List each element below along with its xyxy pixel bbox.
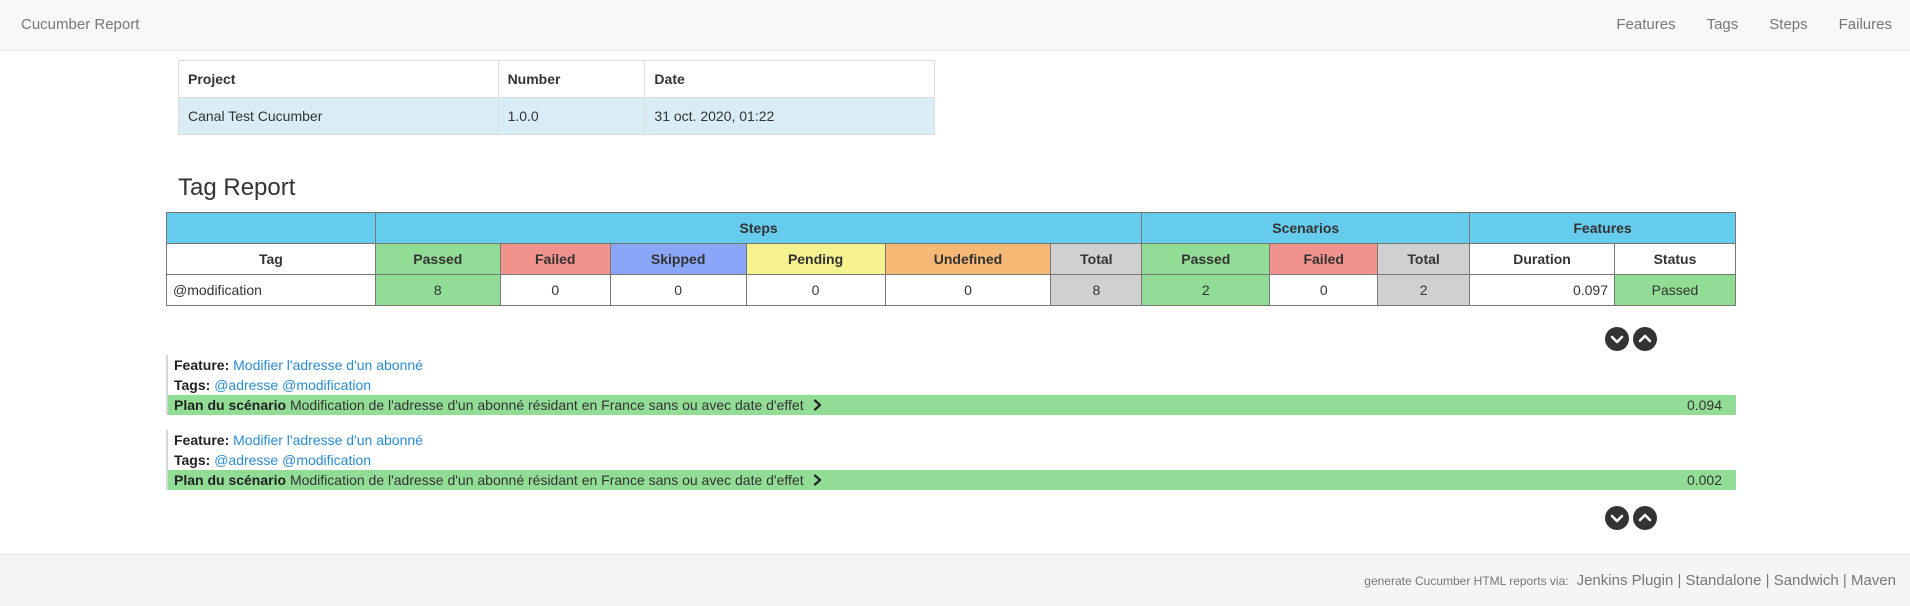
scenarios-total-cell: 2	[1377, 274, 1471, 306]
project-header-row: Project Number Date	[178, 60, 935, 98]
col-header-steps-skipped[interactable]: Skipped	[609, 243, 747, 275]
col-header-scenarios-passed[interactable]: Passed	[1141, 243, 1271, 275]
col-header-scenarios-total[interactable]: Total	[1377, 243, 1471, 275]
scenario-name: Modification de l'adresse d'un abonné ré…	[289, 472, 804, 488]
nav-link-features[interactable]: Features	[1616, 16, 1675, 33]
scenario-bar[interactable]: Plan du scénario Modification de l'adres…	[168, 395, 1736, 415]
feature-name-link[interactable]: Modifier l'adresse d'un abonné	[233, 357, 423, 373]
feature-label: Feature:	[174, 432, 230, 448]
scenarios-failed-cell: 0	[1269, 274, 1379, 306]
steps-total-cell: 8	[1050, 274, 1143, 306]
chevron-right-icon[interactable]	[813, 471, 822, 491]
scenario-label: Plan du scénario	[174, 397, 287, 413]
chevron-up-circle-icon[interactable]	[1633, 327, 1657, 351]
steps-passed-cell: 8	[374, 274, 501, 306]
project-header-project: Project	[178, 60, 499, 98]
col-header-scenarios-failed[interactable]: Failed	[1269, 243, 1379, 275]
col-header-steps-passed[interactable]: Passed	[374, 243, 501, 275]
status-cell: Passed	[1614, 274, 1736, 306]
tags-label: Tags:	[174, 452, 211, 468]
footer-prefix: generate Cucumber HTML reports via:	[1364, 574, 1569, 588]
scenario-bar[interactable]: Plan du scénario Modification de l'adres…	[168, 470, 1736, 490]
table-row: @modification 8 0 0 0 0 8 2 0 2 0.097 Pa…	[166, 274, 1736, 306]
feature-name-link[interactable]: Modifier l'adresse d'un abonné	[233, 432, 423, 448]
col-header-status[interactable]: Status	[1614, 243, 1736, 275]
col-header-steps-total[interactable]: Total	[1050, 243, 1143, 275]
group-header-scenarios: Scenarios	[1141, 212, 1471, 244]
toggle-group-top	[1605, 327, 1657, 351]
group-header-steps: Steps	[374, 212, 1143, 244]
navbar-brand[interactable]: Cucumber Report	[21, 16, 139, 33]
column-header-row: Tag Passed Failed Skipped Pending Undefi…	[166, 243, 1736, 275]
project-date: 31 oct. 2020, 01:22	[644, 97, 935, 135]
footer-separator: |	[1673, 572, 1686, 589]
duration-cell: 0.097	[1469, 274, 1615, 306]
col-header-steps-undefined[interactable]: Undefined	[884, 243, 1052, 275]
footer-link-standalone[interactable]: Standalone	[1686, 572, 1762, 589]
project-name: Canal Test Cucumber	[178, 97, 499, 135]
project-header-number: Number	[497, 60, 646, 98]
footer-separator: |	[1761, 572, 1774, 589]
nav-link-tags[interactable]: Tags	[1707, 16, 1739, 33]
project-row: Canal Test Cucumber 1.0.0 31 oct. 2020, …	[178, 97, 935, 135]
steps-skipped-cell: 0	[609, 274, 747, 306]
project-header-date: Date	[644, 60, 935, 98]
feature-label: Feature:	[174, 357, 230, 373]
nav-link-failures[interactable]: Failures	[1839, 16, 1892, 33]
group-header-features: Features	[1469, 212, 1736, 244]
page-title: Tag Report	[178, 174, 296, 201]
col-header-steps-pending[interactable]: Pending	[745, 243, 886, 275]
navbar-links: Features Tags Steps Failures	[1616, 16, 1892, 33]
feature-row: Feature: Modifier l'adresse d'un abonné	[168, 430, 1736, 450]
scenario-label: Plan du scénario	[174, 472, 287, 488]
tag-report-table: Steps Scenarios Features Tag Passed Fail…	[166, 212, 1736, 306]
tags-links[interactable]: @adresse @modification	[214, 377, 371, 393]
project-number: 1.0.0	[497, 97, 646, 135]
group-header-row: Steps Scenarios Features	[166, 212, 1736, 244]
footer-link-maven[interactable]: Maven	[1851, 572, 1896, 589]
tags-row: Tags: @adresse @modification	[168, 450, 1736, 470]
tags-links[interactable]: @adresse @modification	[214, 452, 371, 468]
col-header-steps-failed[interactable]: Failed	[499, 243, 611, 275]
steps-failed-cell: 0	[499, 274, 611, 306]
feature-block: Feature: Modifier l'adresse d'un abonné …	[166, 430, 1736, 490]
footer-separator: |	[1838, 572, 1851, 589]
chevron-right-icon[interactable]	[813, 396, 822, 416]
scenario-duration: 0.094	[1686, 397, 1722, 413]
navbar: Cucumber Report Features Tags Steps Fail…	[0, 0, 1910, 51]
tags-label: Tags:	[174, 377, 211, 393]
nav-link-steps[interactable]: Steps	[1769, 16, 1807, 33]
tags-row: Tags: @adresse @modification	[168, 375, 1736, 395]
group-header-empty	[166, 212, 376, 244]
feature-row: Feature: Modifier l'adresse d'un abonné	[168, 355, 1736, 375]
toggle-group-bottom	[1605, 506, 1657, 530]
chevron-down-circle-icon[interactable]	[1605, 506, 1629, 530]
tag-name-link[interactable]: @modification	[166, 274, 376, 306]
chevron-down-circle-icon[interactable]	[1605, 327, 1629, 351]
col-header-tag[interactable]: Tag	[166, 243, 376, 275]
scenario-duration: 0.002	[1686, 472, 1722, 488]
chevron-up-circle-icon[interactable]	[1633, 506, 1657, 530]
feature-block: Feature: Modifier l'adresse d'un abonné …	[166, 355, 1736, 415]
steps-pending-cell: 0	[745, 274, 886, 306]
footer: generate Cucumber HTML reports via: Jenk…	[0, 554, 1910, 606]
footer-generators: generate Cucumber HTML reports via: Jenk…	[1364, 572, 1896, 589]
scenarios-passed-cell: 2	[1141, 274, 1271, 306]
footer-link-jenkins[interactable]: Jenkins Plugin	[1577, 572, 1674, 589]
steps-undefined-cell: 0	[884, 274, 1052, 306]
footer-link-sandwich[interactable]: Sandwich	[1774, 572, 1839, 589]
scenario-name: Modification de l'adresse d'un abonné ré…	[289, 397, 804, 413]
project-info-table: Project Number Date Canal Test Cucumber …	[178, 60, 935, 135]
col-header-duration[interactable]: Duration	[1469, 243, 1615, 275]
